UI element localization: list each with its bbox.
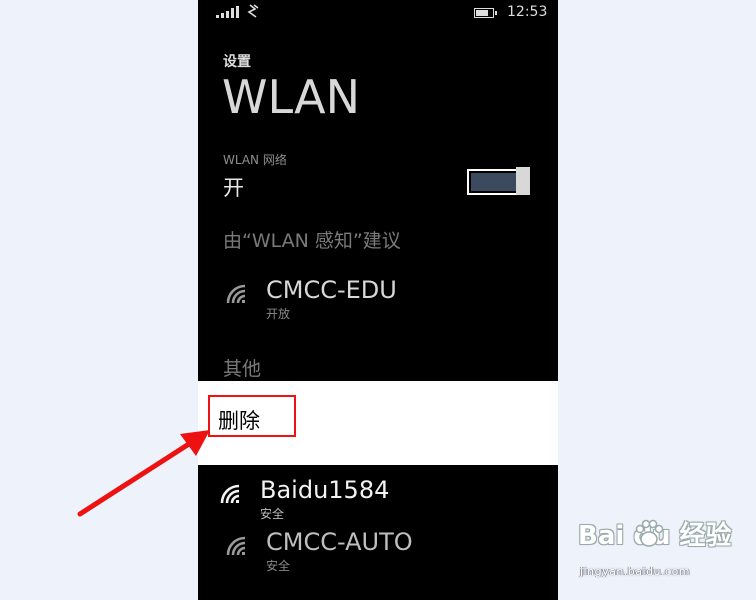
network-item-cmcc-edu[interactable]: CMCC-EDU 开放 bbox=[226, 276, 546, 326]
network-item-baidu1584[interactable]: Baidu1584 安全 bbox=[220, 476, 540, 526]
network-status: 安全 bbox=[266, 559, 291, 573]
network-status: 开放 bbox=[266, 307, 291, 321]
signal-icon bbox=[216, 6, 239, 18]
wlan-toggle-label: WLAN 网络 bbox=[223, 153, 287, 167]
context-menu: 删除 bbox=[198, 381, 558, 465]
phone-screen: 12:53 设置 WLAN WLAN 网络 开 由“WLAN 感知”建议 CMC… bbox=[198, 0, 558, 600]
wifi-icon bbox=[226, 536, 246, 556]
network-name: CMCC-EDU bbox=[266, 276, 397, 304]
toggle-knob[interactable] bbox=[516, 167, 530, 195]
wlan-toggle-state: 开 bbox=[223, 176, 244, 200]
page-subtitle: 设置 bbox=[223, 54, 251, 70]
battery-icon bbox=[474, 8, 497, 18]
status-bar: 12:53 bbox=[198, 0, 558, 26]
toggle-fill bbox=[471, 173, 517, 191]
network-status: 安全 bbox=[260, 507, 285, 521]
baidu-jingyan-watermark: Bai du 经验 jingyan.baidu.com bbox=[578, 515, 748, 585]
paw-icon bbox=[635, 519, 664, 547]
other-networks-header: 其他 bbox=[223, 358, 262, 380]
network-name: CMCC-AUTO bbox=[266, 528, 413, 556]
page-title: WLAN bbox=[222, 70, 361, 124]
network-name: Baidu1584 bbox=[260, 476, 390, 504]
wlan-toggle-switch[interactable] bbox=[467, 167, 531, 195]
delete-menu-label: 删除 bbox=[218, 409, 260, 433]
network-item-cmcc-auto[interactable]: CMCC-AUTO 安全 bbox=[226, 528, 546, 578]
suggested-networks-header: 由“WLAN 感知”建议 bbox=[223, 230, 401, 252]
wifi-icon bbox=[226, 284, 246, 304]
annotation-arrow-icon bbox=[77, 430, 210, 517]
watermark-url: jingyan.baidu.com bbox=[580, 565, 691, 578]
data-icon bbox=[247, 4, 259, 18]
clock: 12:53 bbox=[507, 4, 548, 20]
